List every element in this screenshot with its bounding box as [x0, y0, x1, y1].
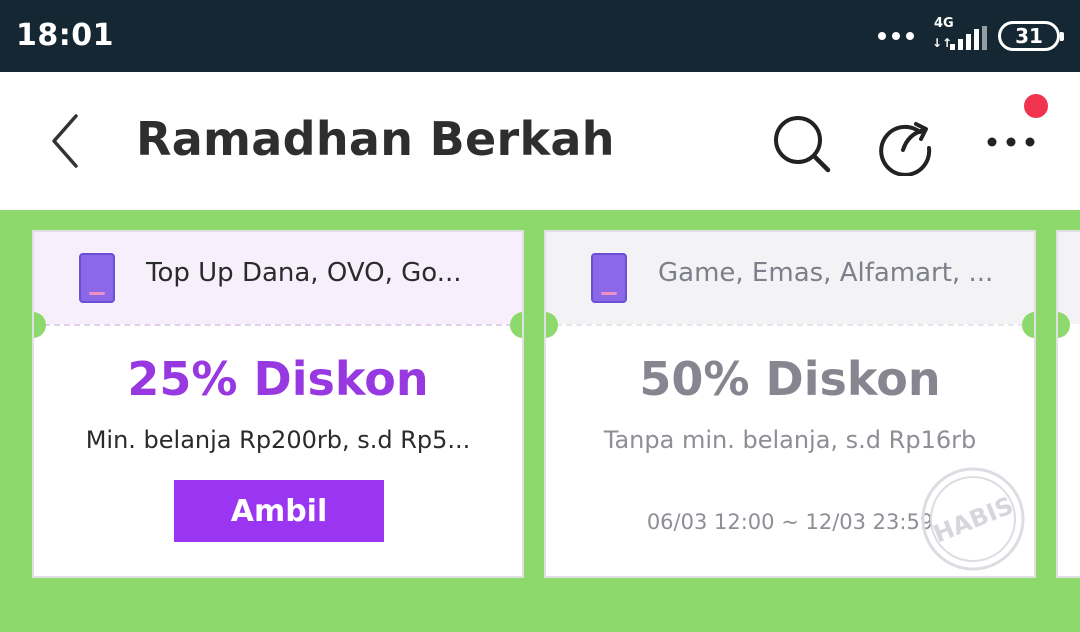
back-icon[interactable] [44, 108, 94, 174]
voucher-divider [34, 324, 522, 326]
voucher-discount: 50% Diskon [639, 352, 941, 406]
stamp-text: HABIS [930, 491, 1018, 548]
app-header: Ramadhan Berkah [0, 72, 1080, 210]
battery-icon: 31 [998, 21, 1064, 51]
status-time: 18:01 [16, 18, 114, 53]
voucher-header: Game, Emas, Alfamart, ... [546, 232, 1034, 324]
search-icon[interactable] [768, 110, 834, 176]
voucher-header: Top Up Dana, OVO, Go... [34, 232, 522, 324]
notification-dot [1024, 94, 1048, 118]
voucher-divider [546, 324, 1034, 326]
share-icon[interactable] [872, 110, 938, 176]
voucher-card[interactable]: Top Up Dana, OVO, Go... 25% Diskon Min. … [32, 230, 524, 578]
claim-button[interactable]: Ambil [174, 480, 384, 542]
voucher-carousel[interactable]: Top Up Dana, OVO, Go... 25% Diskon Min. … [0, 210, 1080, 632]
more-dots-icon [878, 32, 914, 40]
voucher-category: Game, Emas, Alfamart, ... [658, 258, 994, 288]
sold-out-stamp: HABIS [921, 467, 1025, 571]
more-icon[interactable] [980, 112, 1046, 172]
voucher-terms: Min. belanja Rp200rb, s.d Rp5... [85, 426, 471, 454]
voucher-discount: 25% Diskon [127, 352, 429, 406]
voucher-notch [1022, 312, 1034, 338]
status-icons: 4G ↓↑ 31 [878, 16, 1064, 56]
voucher-card-partial[interactable] [1056, 230, 1080, 578]
voucher-card[interactable]: Game, Emas, Alfamart, ... 50% Diskon Tan… [544, 230, 1036, 578]
voucher-header [1058, 232, 1080, 324]
voucher-terms: Tanpa min. belanja, s.d Rp16rb [603, 426, 977, 454]
signal-icon: 4G ↓↑ [930, 16, 987, 54]
phone-icon [79, 253, 115, 303]
voucher-notch [510, 312, 522, 338]
page-title: Ramadhan Berkah [136, 112, 615, 166]
battery-level: 31 [1015, 24, 1043, 48]
phone-icon [591, 253, 627, 303]
status-bar: 18:01 4G ↓↑ 31 [0, 0, 1080, 72]
voucher-category: Top Up Dana, OVO, Go... [146, 258, 462, 288]
